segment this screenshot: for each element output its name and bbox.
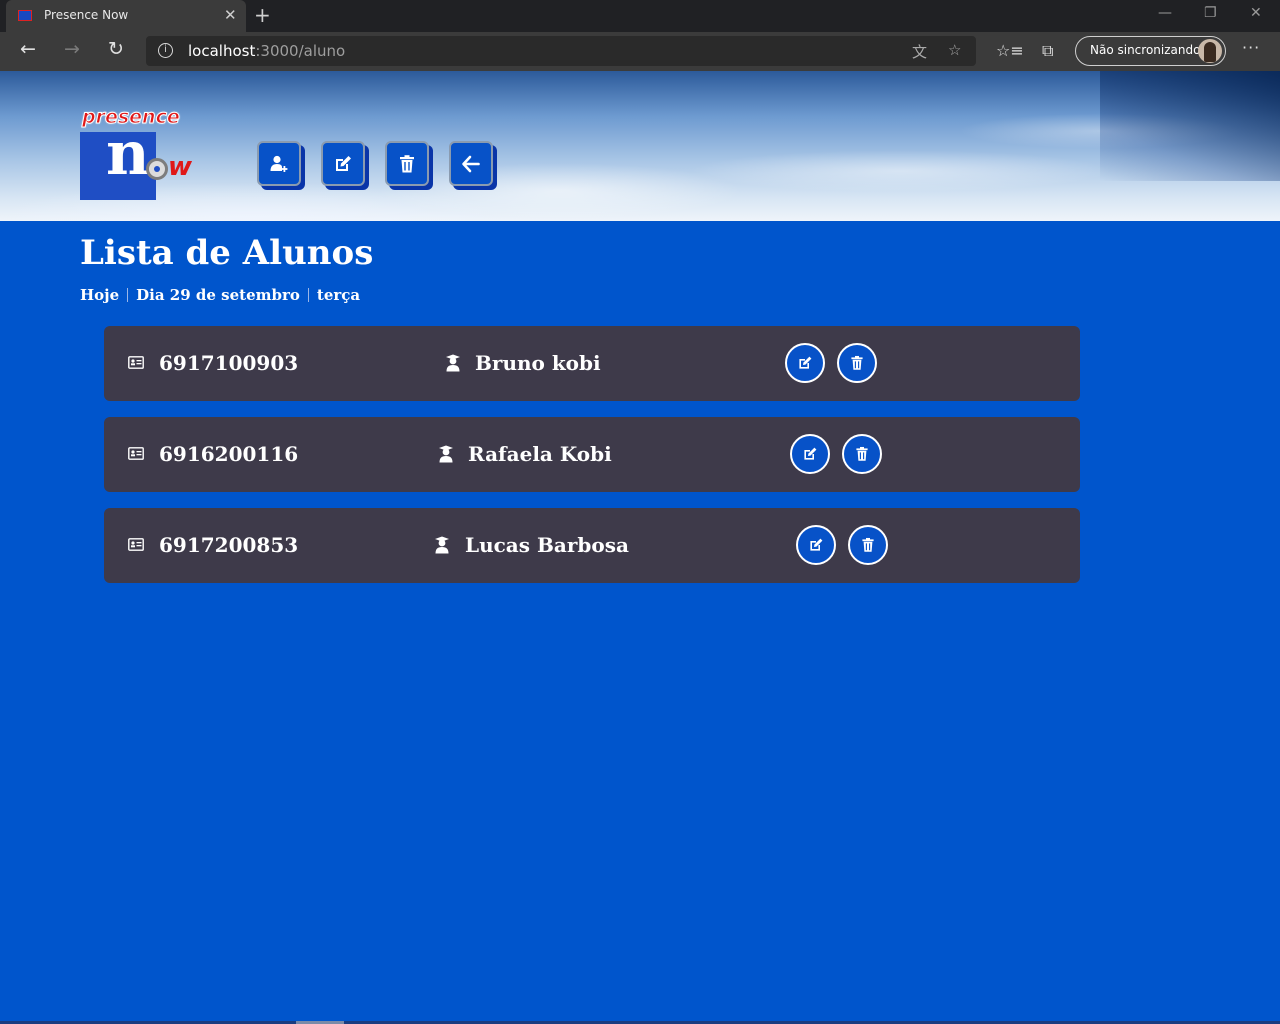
- close-window-icon[interactable]: ✕: [1250, 5, 1262, 21]
- subnav-today: Hoje: [80, 286, 120, 304]
- banner-shade: [1100, 71, 1280, 181]
- aluno-card: 6917100903 Bruno kobi: [104, 326, 1080, 401]
- edit-aluno-button[interactable]: [790, 434, 830, 474]
- favicon-icon: [18, 10, 32, 21]
- subnav-weekday: terça: [316, 286, 361, 304]
- aluno-card: 6917200853 Lucas Barbosa: [104, 508, 1080, 583]
- logo-camera-icon: [146, 158, 168, 180]
- info-icon[interactable]: i: [158, 43, 173, 58]
- favorites-list-icon[interactable]: ☆≡: [996, 41, 1024, 60]
- aluno-id: 6916200116: [159, 442, 299, 466]
- browser-titlebar: Presence Now ✕ + — ❐ ✕: [0, 0, 1280, 32]
- tab-close-icon[interactable]: ✕: [224, 6, 237, 24]
- tab-title: Presence Now: [44, 8, 129, 22]
- edit-aluno-button[interactable]: [796, 525, 836, 565]
- subnav-divider: [307, 288, 309, 302]
- forward-arrow-icon[interactable]: →: [60, 38, 84, 60]
- profile-button[interactable]: Não sincronizando: [1075, 36, 1226, 66]
- star-icon[interactable]: ☆: [948, 41, 961, 59]
- id-card-icon: [128, 538, 144, 551]
- profile-label: Não sincronizando: [1090, 43, 1201, 57]
- student-icon: [446, 354, 460, 372]
- logo-n-text: n: [106, 119, 150, 189]
- trash-icon: [400, 154, 414, 172]
- back-arrow-icon[interactable]: ←: [16, 38, 40, 60]
- logo-w-text: w: [168, 152, 193, 182]
- aluno-id: 6917200853: [159, 533, 299, 557]
- browser-toolbar: ← → ↻ i localhost:3000/aluno 文 ☆ ☆≡ ⧉ Nã…: [0, 32, 1280, 71]
- url-host: localhost: [188, 42, 256, 60]
- address-bar[interactable]: i localhost:3000/aluno 文 ☆: [146, 36, 976, 66]
- minimize-icon[interactable]: —: [1158, 5, 1172, 21]
- edit-aluno-button[interactable]: [785, 343, 825, 383]
- user-plus-icon: [270, 155, 288, 172]
- restore-icon[interactable]: ❐: [1204, 5, 1217, 21]
- url-text[interactable]: localhost:3000/aluno: [188, 42, 345, 60]
- subnav-date: Dia 29 de setembro: [136, 286, 300, 304]
- delete-aluno-button[interactable]: [837, 343, 877, 383]
- aluno-name: Bruno kobi: [475, 351, 601, 375]
- student-icon: [435, 536, 449, 554]
- browser-tab[interactable]: Presence Now ✕: [6, 0, 246, 32]
- edit-icon: [810, 538, 823, 551]
- delete-aluno-button[interactable]: [848, 525, 888, 565]
- date-breadcrumb: Hoje Dia 29 de setembro terça: [80, 286, 360, 304]
- new-tab-button[interactable]: +: [254, 3, 271, 27]
- add-aluno-button[interactable]: [257, 141, 301, 186]
- trash-icon: [851, 355, 863, 370]
- edit-icon: [799, 356, 812, 369]
- aluno-name: Rafaela Kobi: [468, 442, 612, 466]
- trash-icon: [856, 446, 868, 461]
- student-icon: [439, 445, 453, 463]
- aluno-name: Lucas Barbosa: [465, 533, 629, 557]
- edit-icon: [804, 447, 817, 460]
- aluno-card: 6916200116 Rafaela Kobi: [104, 417, 1080, 492]
- delete-aluno-button[interactable]: [842, 434, 882, 474]
- edit-icon: [336, 155, 351, 171]
- arrow-left-icon: [462, 155, 480, 172]
- avatar: [1198, 39, 1222, 63]
- delete-button[interactable]: [385, 141, 429, 186]
- id-card-icon: [128, 356, 144, 369]
- refresh-icon[interactable]: ↻: [104, 38, 128, 60]
- header-banner: presence n w: [0, 71, 1280, 221]
- subnav-divider: [127, 288, 129, 302]
- more-menu-icon[interactable]: ···: [1242, 38, 1260, 57]
- page-title: Lista de Alunos: [80, 233, 374, 273]
- id-card-icon: [128, 447, 144, 460]
- aluno-id: 6917100903: [159, 351, 299, 375]
- collections-icon[interactable]: ⧉: [1042, 41, 1053, 61]
- back-button[interactable]: [449, 141, 493, 186]
- trash-icon: [862, 537, 874, 552]
- presence-now-logo[interactable]: presence n w: [80, 106, 200, 201]
- url-path: :3000/aluno: [255, 42, 346, 60]
- translate-icon[interactable]: 文: [912, 41, 927, 62]
- edit-button[interactable]: [321, 141, 365, 186]
